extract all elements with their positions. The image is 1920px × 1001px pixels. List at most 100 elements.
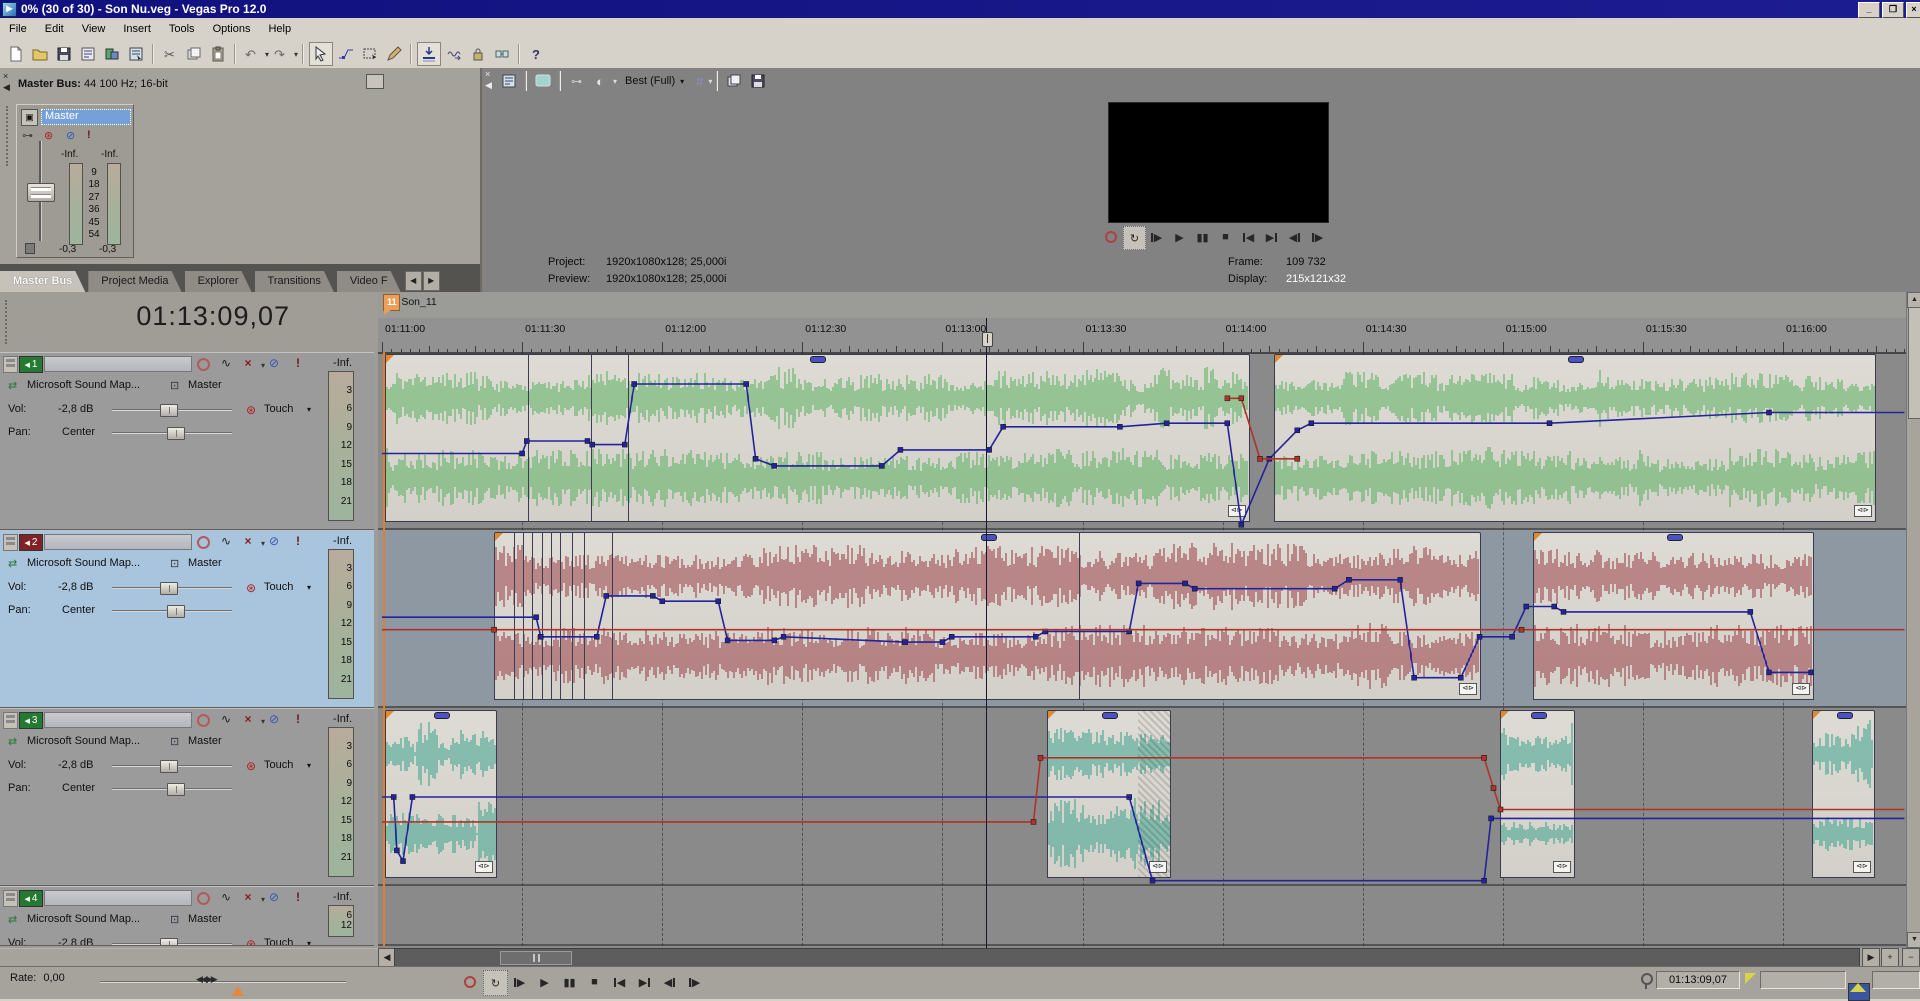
crossfade-icon[interactable]: ⊲⊳ (475, 861, 493, 873)
mute-icon[interactable]: ⊘ (66, 129, 75, 142)
track-fx-button[interactable]: × (240, 533, 256, 549)
play-button[interactable]: ▶ (533, 970, 556, 994)
play-from-start-button[interactable]: ▶ (1146, 226, 1167, 248)
tab-project-media[interactable]: Project Media (88, 271, 181, 292)
edit-details[interactable] (125, 43, 147, 65)
track-envelope-icon[interactable]: ∿ (218, 889, 234, 905)
audio-event-track3[interactable]: ⊲⊳ (385, 710, 497, 878)
automation-gear-icon[interactable]: ⊛ (246, 937, 256, 946)
go-to-start-button[interactable]: ◀ (608, 970, 631, 994)
volume-slider-thumb[interactable] (160, 938, 178, 946)
minimize-button[interactable]: _ (1858, 2, 1880, 18)
pan-slider[interactable] (112, 432, 232, 434)
panel-grip[interactable] (6, 106, 10, 166)
output-meter-icon[interactable] (1848, 983, 1870, 1001)
record-button[interactable]: ● (1100, 226, 1121, 248)
next-frame-button[interactable]: ▶ (1307, 226, 1328, 248)
volume-slider[interactable] (112, 765, 232, 767)
go-to-start-button[interactable]: ◀ (1238, 226, 1259, 248)
lock-icon[interactable] (25, 243, 35, 254)
copy[interactable] (183, 43, 205, 65)
crossfade-icon[interactable]: ⊲⊳ (1792, 683, 1810, 695)
crossfade-icon[interactable]: ⊲⊳ (1553, 861, 1571, 873)
marker-bar[interactable]: 11Son_11 (378, 292, 1906, 319)
timeline-hscrollbar[interactable]: ◀ ▶ + − (378, 948, 1920, 966)
copy-snapshot-icon[interactable] (723, 70, 745, 92)
edit-cursor-handle[interactable] (982, 332, 993, 347)
audio-event-track1[interactable]: ⊲⊳ (1274, 354, 1876, 522)
next-frame-button[interactable]: ▶ (683, 970, 706, 994)
dropdown-icon[interactable]: ▾ (265, 50, 269, 59)
go-to-end-button[interactable]: ▶ (1261, 226, 1282, 248)
track-minimize-button[interactable] (3, 890, 18, 907)
restore-button[interactable]: ❐ (1882, 2, 1904, 18)
enable-snapping[interactable] (417, 42, 441, 66)
solo-icon[interactable]: ! (87, 129, 91, 141)
status-timecode-field[interactable]: 01:13:09,07 (1656, 971, 1740, 989)
dropdown-icon[interactable]: ▾ (680, 77, 684, 86)
pause-button[interactable]: ▮▮ (558, 970, 581, 994)
mute-icon[interactable]: ⊘ (266, 355, 282, 371)
marker-tool-icon[interactable] (1745, 973, 1756, 984)
menu-file[interactable]: File (0, 20, 36, 38)
time-ruler[interactable]: 01:11:0001:11:3001:12:0001:12:3001:13:00… (378, 318, 1906, 354)
track-lane-4[interactable] (378, 886, 1906, 946)
tab-explorer[interactable]: Explorer (185, 271, 252, 292)
crossfade-icon[interactable]: ⊲⊳ (1853, 861, 1871, 873)
solo-icon[interactable]: ! (290, 889, 306, 905)
zoom-in-button[interactable]: + (1881, 948, 1899, 967)
menu-tools[interactable]: Tools (160, 20, 204, 38)
fade-corner-icon[interactable] (386, 711, 394, 719)
tab-scroll-right-icon[interactable]: ▶ (423, 271, 440, 291)
record-button[interactable]: ● (458, 970, 481, 994)
track-header-2[interactable]: ◀2∿×▾⊘!-Inf.⇄Microsoft Sound Map...⊡Mast… (0, 530, 374, 708)
insert-fx-icon[interactable]: ⊶ (22, 129, 33, 142)
bus-icon[interactable]: ⊡ (170, 557, 179, 570)
track-minimize-button[interactable] (3, 356, 18, 373)
rate-marker-icon[interactable] (232, 986, 244, 996)
play-button[interactable]: ▶ (1169, 226, 1190, 248)
panel-grip[interactable] (5, 300, 9, 344)
master-fader[interactable] (27, 183, 55, 202)
volume-slider[interactable] (112, 587, 232, 589)
whats-this-help[interactable]: ? (525, 43, 547, 65)
pan-slider-thumb[interactable] (167, 783, 185, 796)
tab-video-f[interactable]: Video F (337, 271, 401, 292)
audio-event-track3[interactable]: ⊲⊳ (1500, 710, 1575, 878)
preview-quality-icon[interactable]: ◐ (589, 70, 611, 92)
crossfade-icon[interactable]: ⊲⊳ (1149, 861, 1167, 873)
fade-corner-icon[interactable] (1534, 533, 1542, 541)
automation-mode[interactable]: Touch (264, 581, 293, 593)
stop-button[interactable]: ■ (583, 970, 606, 994)
master-bus-name-field[interactable]: Master (41, 109, 131, 125)
play-from-start-button[interactable]: ▶ (508, 970, 531, 994)
dropdown-icon[interactable]: ▾ (307, 761, 311, 770)
preview-quality-value[interactable]: Best (Full) (625, 75, 675, 87)
automation-gear-icon[interactable]: ⊛ (246, 759, 256, 773)
marker-flag[interactable]: 11 (383, 294, 400, 311)
solo-icon[interactable]: ! (290, 533, 306, 549)
bus-minimize-icon[interactable]: ▣ (21, 109, 38, 126)
volume-slider-thumb[interactable] (160, 404, 178, 417)
prev-frame-button[interactable]: ◀ (1284, 226, 1305, 248)
automation-gear-icon[interactable]: ⊛ (44, 129, 53, 142)
prev-frame-button[interactable]: ◀ (658, 970, 681, 994)
tab-transitions[interactable]: Transitions (255, 271, 334, 292)
volume-slider[interactable] (112, 409, 232, 411)
timecode-display[interactable]: 01:13:09,07 (136, 301, 290, 332)
automation-gear-icon[interactable]: ⊛ (246, 581, 256, 595)
menu-insert[interactable]: Insert (114, 20, 160, 38)
bus-icon[interactable]: ⊡ (170, 379, 179, 392)
pause-button[interactable]: ▮▮ (1192, 226, 1213, 248)
loop-playback-button[interactable]: ↻ (483, 970, 508, 996)
crossfade-icon[interactable]: ⊲⊳ (1854, 505, 1872, 517)
undo[interactable]: ↶ (241, 43, 263, 65)
pan-slider-thumb[interactable] (167, 427, 185, 440)
ignore-event-grouping[interactable] (491, 43, 513, 65)
automation-mode[interactable]: Touch (264, 937, 293, 946)
solo-icon[interactable]: ! (290, 355, 306, 371)
menu-options[interactable]: Options (204, 20, 260, 38)
track-header-4[interactable]: ◀4∿×▾⊘!-Inf.⇄Microsoft Sound Map...⊡Mast… (0, 886, 374, 946)
automation-mode[interactable]: Touch (264, 403, 293, 415)
audio-event-track2[interactable]: ⊲⊳ (494, 532, 1481, 700)
